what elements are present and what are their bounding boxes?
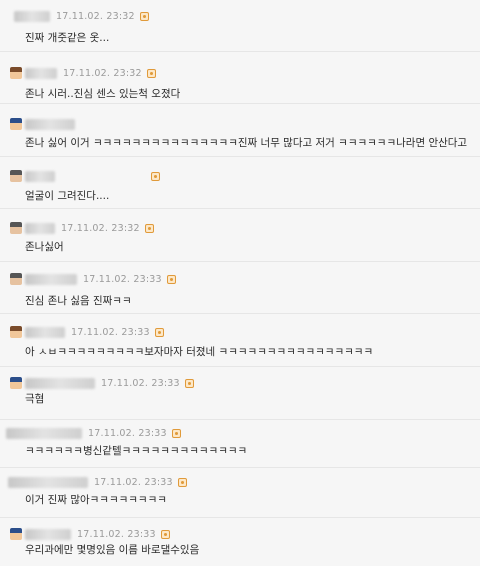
avatar[interactable]: [10, 326, 22, 338]
reply-icon[interactable]: [171, 428, 181, 438]
comment-date: 17.11.02. 23:32: [61, 222, 140, 234]
reply-icon[interactable]: [177, 477, 187, 487]
nickname-blurred[interactable]: [25, 528, 71, 540]
avatar[interactable]: [10, 377, 22, 389]
comment-list: 17.11.02. 23:32 진짜 개줏같은 옷... 17.11.02. 2…: [0, 0, 480, 566]
comment-text: 진짜 개줏같은 옷...: [25, 32, 110, 44]
nickname-blurred[interactable]: [25, 118, 75, 130]
reply-icon[interactable]: [146, 68, 156, 78]
avatar[interactable]: [10, 170, 22, 182]
comment-text: 존나 싫어 이거 ㅋㅋㅋㅋㅋㅋㅋㅋㅋㅋㅋㅋㅋㅋㅋ진짜 너무 많다고 저거 ㅋㅋㅋ…: [25, 137, 468, 149]
comment-item: 17.11.02. 23:32 존나 시러..진심 센스 있는척 오졌다: [0, 52, 480, 104]
comment-text: 존나싫어: [25, 241, 64, 253]
avatar[interactable]: [10, 222, 22, 234]
comment-item: 17.11.02. 23:33 우리과에만 몇명있음 이름 바로댈수있음: [0, 518, 480, 566]
comment-item: 17.11.02. 23:33 극혐: [0, 367, 480, 420]
comment-item: 17.11.02. 23:33 이거 진짜 많아ㅋㅋㅋㅋㅋㅋㅋㅋ: [0, 468, 480, 518]
nickname-blurred[interactable]: [25, 326, 65, 338]
comment-item: 17.11.02. 23:32 진짜 개줏같은 옷...: [0, 0, 480, 52]
comment-text: 얼굴이 그려진다....: [25, 190, 110, 202]
nickname-blurred[interactable]: [25, 377, 95, 389]
comment-item: 17.11.02. 23:33 진심 존나 싫음 진짜ㅋㅋ: [0, 262, 480, 314]
comment-item: 17.11.02. 23:33 ㅋㅋㅋㅋㅋㅋ병신같텔ㅋㅋㅋㅋㅋㅋㅋㅋㅋㅋㅋㅋㅋ: [0, 420, 480, 468]
comment-text: 진심 존나 싫음 진짜ㅋㅋ: [25, 295, 132, 307]
comment-text: 극혐: [25, 393, 45, 405]
reply-icon[interactable]: [160, 529, 170, 539]
reply-icon[interactable]: [144, 223, 154, 233]
comment-text: 우리과에만 몇명있음 이름 바로댈수있음: [25, 544, 200, 556]
reply-icon[interactable]: [184, 378, 194, 388]
avatar[interactable]: [10, 528, 22, 540]
avatar[interactable]: [10, 118, 22, 130]
comment-date: 17.11.02. 23:32: [63, 67, 142, 79]
comment-text: 아 ㅅㅂㅋㅋㅋㅋㅋㅋㅋㅋㅋ보자마자 터졌네 ㅋㅋㅋㅋㅋㅋㅋㅋㅋㅋㅋㅋㅋㅋㅋㅋ: [25, 346, 374, 358]
comment-date: 17.11.02. 23:33: [94, 476, 173, 488]
comment-date: 17.11.02. 23:33: [71, 326, 150, 338]
comment-date: 17.11.02. 23:32: [56, 10, 135, 22]
comment-date: 17.11.02. 23:33: [101, 377, 180, 389]
reply-icon[interactable]: [154, 327, 164, 337]
reply-icon[interactable]: [151, 171, 160, 181]
nickname-blurred[interactable]: [6, 427, 82, 439]
comment-date: 17.11.02. 23:33: [77, 528, 156, 540]
nickname-blurred[interactable]: [25, 273, 77, 285]
reply-icon[interactable]: [166, 274, 176, 284]
nickname-blurred[interactable]: [25, 170, 55, 182]
avatar[interactable]: [10, 273, 22, 285]
nickname-blurred[interactable]: [25, 67, 57, 79]
comment-text: 이거 진짜 많아ㅋㅋㅋㅋㅋㅋㅋㅋ: [25, 494, 167, 506]
comment-item: 존나 싫어 이거 ㅋㅋㅋㅋㅋㅋㅋㅋㅋㅋㅋㅋㅋㅋㅋ진짜 너무 많다고 저거 ㅋㅋㅋ…: [0, 104, 480, 157]
nickname-blurred[interactable]: [25, 222, 55, 234]
comment-text: ㅋㅋㅋㅋㅋㅋ병신같텔ㅋㅋㅋㅋㅋㅋㅋㅋㅋㅋㅋㅋㅋ: [25, 445, 248, 457]
comment-item: 얼굴이 그려진다....: [0, 157, 480, 209]
comment-item: 17.11.02. 23:33 아 ㅅㅂㅋㅋㅋㅋㅋㅋㅋㅋㅋ보자마자 터졌네 ㅋㅋ…: [0, 314, 480, 367]
nickname-blurred[interactable]: [8, 476, 88, 488]
comment-date: 17.11.02. 23:33: [88, 427, 167, 439]
comment-date: 17.11.02. 23:33: [83, 273, 162, 285]
reply-icon[interactable]: [139, 11, 149, 21]
avatar[interactable]: [10, 67, 22, 79]
comment-item: 17.11.02. 23:32 존나싫어: [0, 209, 480, 262]
nickname-blurred[interactable]: [14, 10, 50, 22]
comment-text: 존나 시러..진심 센스 있는척 오졌다: [25, 88, 181, 100]
